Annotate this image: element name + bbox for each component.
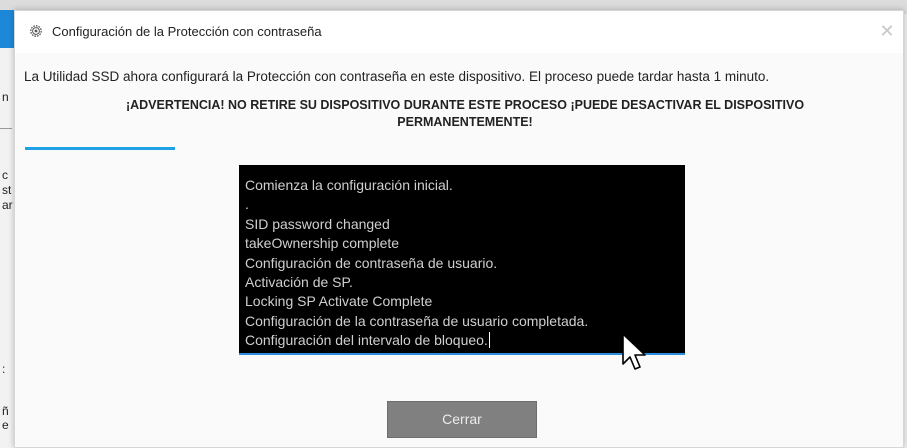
log-output: Comienza la configuración inicial. . SID…: [239, 165, 685, 355]
background-text-fragment: e: [2, 418, 9, 432]
background-accent-tab: [0, 10, 14, 48]
log-line: Configuración de la contraseña de usuari…: [245, 312, 589, 329]
warning-line-2: PERMANENTEMENTE!: [397, 115, 533, 129]
log-line: .: [245, 196, 249, 213]
warning-line-1: ¡ADVERTENCIA! NO RETIRE SU DISPOSITIVO D…: [125, 98, 805, 112]
log-line: SID password changed: [245, 215, 390, 232]
text-caret: [488, 332, 490, 349]
log-line-last: Configuración del intervalo de bloqueo.: [245, 331, 685, 350]
progress-indicator: [25, 147, 175, 150]
log-line: Comienza la configuración inicial.: [245, 177, 453, 193]
log-line-text: Configuración del intervalo de bloqueo.: [245, 332, 488, 349]
background-text-fragment: c: [2, 168, 8, 182]
background-text-fragment: n: [2, 90, 9, 104]
background-text-fragment: ar: [2, 198, 13, 212]
background-text-fragment: :: [2, 362, 6, 376]
mouse-pointer-icon: [622, 333, 646, 370]
close-button[interactable]: Cerrar: [387, 401, 537, 438]
background-text-fragment: ñ: [2, 404, 9, 418]
log-line: Activación de SP.: [245, 273, 353, 290]
background-text-fragment: st: [2, 183, 12, 197]
password-protection-dialog: Configuración de la Protección con contr…: [14, 10, 904, 448]
gear-icon: [30, 25, 42, 37]
warning-message: ¡ADVERTENCIA! NO RETIRE SU DISPOSITIVO D…: [55, 97, 875, 131]
log-line: Locking SP Activate Complete: [245, 293, 433, 310]
info-message: La Utilidad SSD ahora configurará la Pro…: [24, 69, 770, 84]
background-divider: [0, 128, 12, 129]
close-icon[interactable]: ✕: [875, 19, 899, 43]
log-line: Configuración de contraseña de usuario.: [245, 254, 498, 271]
log-line: takeOwnership complete: [245, 235, 400, 252]
dialog-titlebar: Configuración de la Protección con contr…: [15, 11, 903, 53]
dialog-title: Configuración de la Protección con contr…: [52, 24, 322, 39]
